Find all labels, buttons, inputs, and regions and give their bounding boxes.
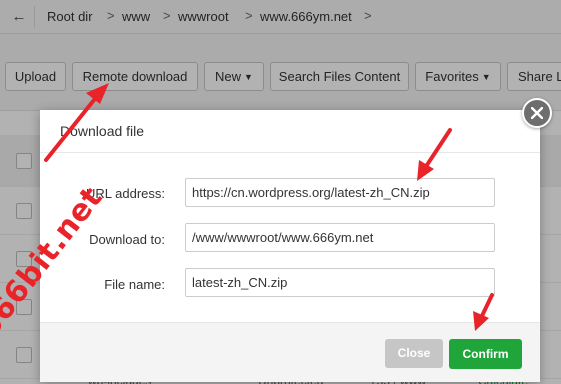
dialog-title: Download file xyxy=(60,123,145,139)
close-x-glyph xyxy=(531,107,543,119)
divider xyxy=(40,152,540,153)
dialog-footer: Close Confirm xyxy=(40,322,540,382)
close-button[interactable]: Close xyxy=(385,339,443,368)
url-address-input[interactable]: https://cn.wordpress.org/latest-zh_CN.zi… xyxy=(185,178,495,207)
download-file-dialog: Download file URL address: https://cn.wo… xyxy=(40,110,540,382)
file-name-input[interactable]: latest-zh_CN.zip xyxy=(185,268,495,297)
download-to-input[interactable]: /www/wwwroot/www.666ym.net xyxy=(185,223,495,252)
file-name-label: File name: xyxy=(104,277,165,292)
confirm-button[interactable]: Confirm xyxy=(449,339,522,369)
close-icon[interactable] xyxy=(522,98,552,128)
